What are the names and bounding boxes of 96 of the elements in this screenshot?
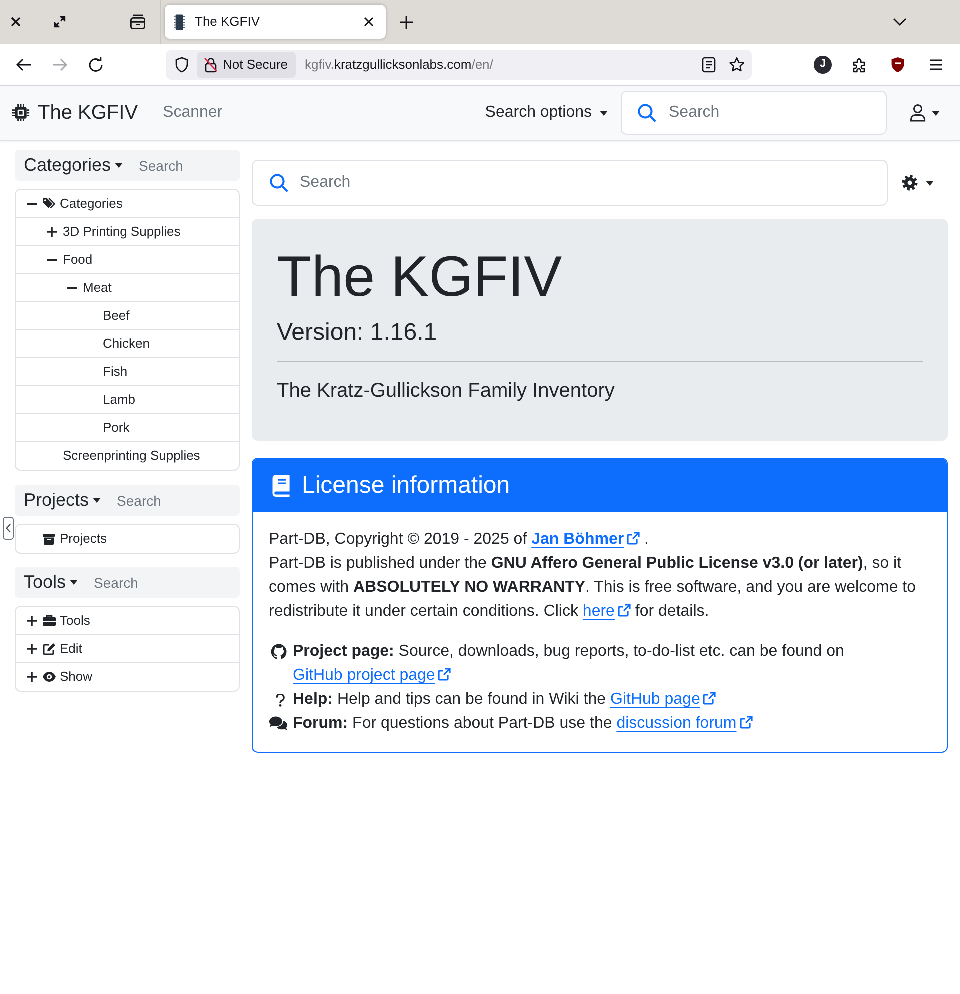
address-bar[interactable]: Not Secure kgfiv.kratzgullicksonlabs.com/en/ <box>166 50 752 80</box>
tree-item[interactable]: Fish <box>16 358 239 386</box>
tree-item[interactable]: Lamb <box>16 386 239 414</box>
settings-dropdown[interactable] <box>902 175 934 191</box>
tree-item[interactable]: Projects <box>16 525 239 553</box>
minus-icon[interactable] <box>67 286 77 288</box>
tree-item[interactable]: Chicken <box>16 330 239 358</box>
plus-icon[interactable] <box>400 16 413 28</box>
close-icon[interactable] <box>11 17 21 27</box>
tags-icon <box>43 198 56 209</box>
forum-link[interactable]: discussion forum <box>616 715 753 732</box>
forum-text: Forum: For questions about Part-DB use the discussion forum <box>293 712 753 736</box>
caret-icon <box>600 110 608 116</box>
copyright-text: Part-DB, Copyright © 2019 - 2025 of Jan Böhmer . <box>269 531 649 548</box>
details-link[interactable]: here <box>582 603 631 620</box>
hero-subtitle: The Kratz-Gullickson Family Inventory <box>277 379 615 403</box>
github-icon <box>271 644 287 660</box>
tree-item[interactable]: Food <box>16 246 239 274</box>
archive-box-icon <box>43 534 55 544</box>
crossed-lock-icon <box>204 56 218 72</box>
search-icon <box>638 104 656 122</box>
search-field[interactable]: Search <box>139 150 240 181</box>
help-text: Help: Help and tips can be found in Wiki the GitHub page <box>293 688 716 712</box>
caret-icon <box>115 163 124 168</box>
panel-dropdown[interactable]: Projects <box>15 485 118 516</box>
question-icon <box>276 694 285 707</box>
minus-icon[interactable] <box>47 258 57 260</box>
search-icon <box>270 174 288 192</box>
back-arrow-icon[interactable] <box>16 58 32 72</box>
plus-icon[interactable] <box>27 616 37 626</box>
plus-icon[interactable] <box>27 672 37 682</box>
url-text: kgfiv.kratzgullicksonlabs.com/en/ <box>305 56 494 74</box>
search-field[interactable]: Search <box>252 160 888 206</box>
search-options-dropdown[interactable]: Search options <box>485 101 608 125</box>
chip-icon <box>12 104 30 122</box>
license-text: Part-DB is published under the GNU Affero General Public License v3.0 (or later), so it comes with ABSOLUTELY NO WARRANTY. This is free software, and you are welcome to redistribute it under certain conditions. Click here for details. <box>269 555 916 620</box>
user-menu-button[interactable] <box>910 104 940 122</box>
project-page-link[interactable]: GitHub project page <box>293 667 452 684</box>
author-link[interactable]: Jan Böhmer <box>532 531 640 548</box>
browser-tab[interactable]: The KGFIV <box>165 5 386 39</box>
reload-icon[interactable] <box>88 56 104 72</box>
star-icon[interactable] <box>729 56 745 72</box>
search-field[interactable]: Search <box>94 567 240 598</box>
tree-item[interactable]: 3D Printing Supplies <box>16 218 239 246</box>
panel-dropdown[interactable]: Tools <box>15 567 94 598</box>
github-page-link[interactable]: GitHub page <box>610 691 716 708</box>
eye-icon <box>43 672 56 682</box>
chevron-down-icon[interactable] <box>893 18 907 26</box>
tree-item[interactable]: Pork <box>16 414 239 442</box>
close-icon[interactable] <box>364 17 374 27</box>
book-icon <box>272 474 290 496</box>
caret-icon <box>93 498 102 503</box>
plus-icon[interactable] <box>47 226 57 236</box>
search-field[interactable]: Search <box>117 485 240 516</box>
panel-dropdown[interactable]: Categories <box>15 150 140 181</box>
menu-icon[interactable] <box>929 58 943 70</box>
expand-arrows-icon[interactable] <box>54 16 66 28</box>
external-link-icon <box>627 532 640 545</box>
chip-icon <box>174 14 185 30</box>
toolbox-icon <box>43 615 56 626</box>
shield-icon[interactable] <box>175 56 189 72</box>
puzzle-piece-icon[interactable] <box>852 56 868 72</box>
shield-icon[interactable] <box>891 56 905 72</box>
search-field[interactable]: Search <box>621 91 887 135</box>
reader-view-icon[interactable] <box>702 56 716 72</box>
tree-item[interactable]: Show <box>16 663 239 691</box>
caret-icon <box>70 580 78 585</box>
speech-bubbles-icon <box>269 716 288 732</box>
security-indicator[interactable]: Not Secure <box>197 52 296 78</box>
external-link-icon <box>703 692 716 705</box>
project-page-text: Project page: Source, downloads, bug reports, to-do-list etc. can be found on GitHub project page <box>293 642 846 686</box>
minus-icon[interactable] <box>27 202 37 204</box>
caret-icon <box>926 180 934 186</box>
nav-link[interactable]: Scanner <box>163 101 223 125</box>
edit-icon <box>43 642 56 654</box>
caret-icon <box>932 110 940 116</box>
plus-icon[interactable] <box>27 644 37 654</box>
tree-item[interactable]: Edit <box>16 635 239 663</box>
settings-icon <box>902 175 918 191</box>
tree-item[interactable]: Beef <box>16 302 239 330</box>
tree-item[interactable]: Meat <box>16 274 239 302</box>
tree-item[interactable]: Tools <box>16 607 239 635</box>
version-text: Version: 1.16.1 <box>277 318 438 347</box>
card-title: License information <box>302 470 510 500</box>
tray-icon[interactable] <box>130 14 146 30</box>
external-link-icon <box>618 604 631 617</box>
user-icon <box>910 104 926 122</box>
chevron-left-icon <box>6 524 11 533</box>
hero-title: The KGFIV <box>277 244 562 311</box>
external-link-icon <box>740 716 753 729</box>
brand-link[interactable]: The KGFIV <box>12 98 138 128</box>
sidebar-toggle-button[interactable] <box>3 517 14 540</box>
external-link-icon <box>438 668 452 681</box>
tree-item[interactable]: Categories <box>16 190 239 218</box>
tree-item[interactable]: Screenprinting Supplies <box>16 442 239 470</box>
account-avatar[interactable]: J <box>814 56 832 74</box>
